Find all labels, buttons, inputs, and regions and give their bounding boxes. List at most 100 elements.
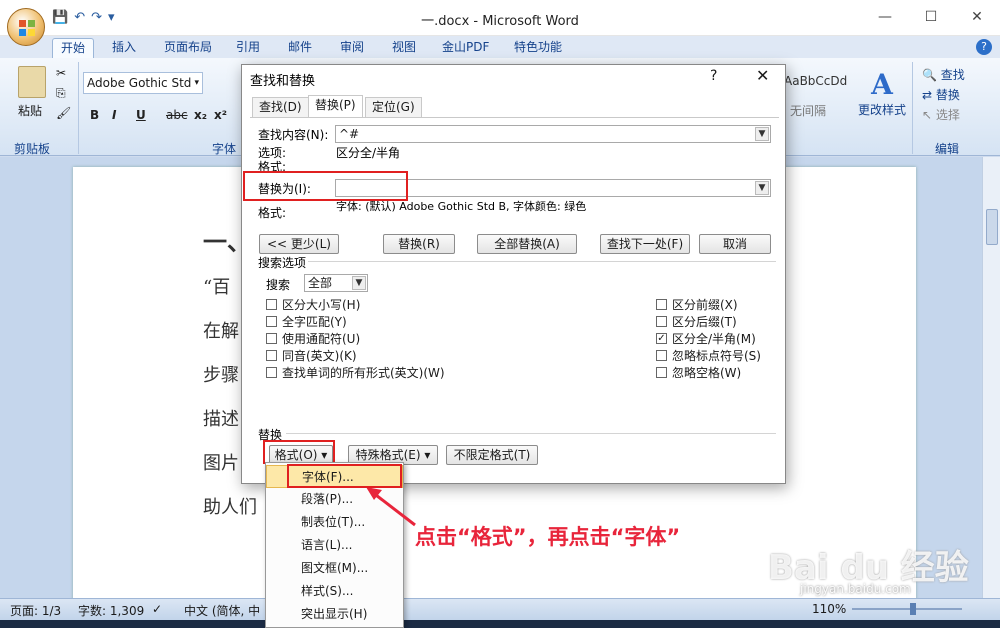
checkbox-box[interactable] <box>266 333 277 344</box>
menu-item-frame[interactable]: 图文框(M)... <box>266 557 403 580</box>
checkbox-box[interactable] <box>656 367 667 378</box>
doc-line: 在解 <box>203 321 239 342</box>
tab-references[interactable]: 引用 <box>228 38 268 58</box>
tab-find[interactable]: 查找(D) <box>252 97 309 117</box>
font-name-combo[interactable]: Adobe Gothic Std ▾ <box>83 72 203 94</box>
checkbox-box[interactable] <box>266 367 277 378</box>
wildcards-checkbox[interactable]: 使用通配符(U) <box>266 330 360 347</box>
maximize-button[interactable]: ☐ <box>908 0 954 34</box>
checkbox-box[interactable] <box>266 316 277 327</box>
scrollbar-thumb[interactable] <box>986 209 998 245</box>
close-window-button[interactable]: ✕ <box>954 0 1000 34</box>
replace-label: 替换 <box>935 88 960 102</box>
chevron-down-icon[interactable]: ▼ <box>755 181 769 195</box>
menu-item-language[interactable]: 语言(L)... <box>266 534 403 557</box>
search-options-title: 搜索选项 <box>258 256 307 270</box>
match-prefix-checkbox[interactable]: 区分前缀(X) <box>656 296 738 313</box>
chevron-down-icon[interactable]: ▼ <box>755 127 769 141</box>
dialog-help-button[interactable]: ? <box>710 68 717 84</box>
less-button[interactable]: << 更少(L) <box>259 234 339 254</box>
status-words[interactable]: 字数: 1,309 <box>78 602 144 619</box>
chevron-down-icon[interactable]: ▾ <box>194 73 199 93</box>
minimize-button[interactable]: — <box>862 0 908 34</box>
checkbox-box[interactable] <box>266 299 277 310</box>
select-button[interactable]: ↖ 选择 <box>922 106 960 123</box>
checkbox-box[interactable] <box>656 316 667 327</box>
window-title: 一.docx - Microsoft Word <box>421 14 579 29</box>
style-no-spacing-preview[interactable]: 无间隔 <box>790 102 826 119</box>
doc-line: 描述 <box>203 409 239 430</box>
checkbox-box[interactable] <box>656 350 667 361</box>
paste-button-label[interactable]: 粘贴 <box>18 102 42 119</box>
replace-button[interactable]: 替换(R) <box>383 234 455 254</box>
vertical-scrollbar[interactable] <box>982 157 1000 598</box>
cancel-button[interactable]: 取消 <box>699 234 771 254</box>
dialog-close-button[interactable]: ✕ <box>756 66 769 85</box>
annotation-text: 点击“格式”，再点击“字体” <box>415 525 681 549</box>
zoom-slider[interactable] <box>852 603 962 615</box>
tab-page-layout[interactable]: 页面布局 <box>156 38 220 58</box>
checkbox-label: 区分后缀(T) <box>672 315 737 329</box>
office-logo-icon <box>19 20 35 36</box>
ignore-space-checkbox[interactable]: 忽略空格(W) <box>656 364 741 381</box>
tab-home[interactable]: 开始 <box>52 38 95 58</box>
sounds-like-checkbox[interactable]: 同音(英文)(K) <box>266 347 357 364</box>
tab-mailings[interactable]: 邮件 <box>280 38 320 58</box>
all-word-forms-checkbox[interactable]: 查找单词的所有形式(英文)(W) <box>266 364 445 381</box>
highlight-replace-field <box>243 171 408 201</box>
office-button[interactable] <box>7 8 45 46</box>
status-zoom[interactable]: 110% <box>812 602 846 616</box>
whole-word-checkbox[interactable]: 全字匹配(Y) <box>266 313 347 330</box>
underline-button[interactable]: U <box>136 108 146 122</box>
highlight-format-button <box>263 440 335 464</box>
ignore-punctuation-checkbox[interactable]: 忽略标点符号(S) <box>656 347 761 364</box>
status-language[interactable]: 中文 (简体, 中 <box>184 602 260 619</box>
subscript-button[interactable]: x₂ <box>194 108 207 122</box>
paste-icon[interactable] <box>18 66 46 98</box>
superscript-button[interactable]: x² <box>214 108 227 122</box>
status-bar: 页面: 1/3 字数: 1,309 ✓ 中文 (简体, 中 110% <box>0 598 1000 620</box>
tab-features[interactable]: 特色功能 <box>506 38 570 58</box>
italic-button[interactable]: I <box>112 108 116 122</box>
bold-button[interactable]: B <box>90 108 99 122</box>
tab-goto[interactable]: 定位(G) <box>365 97 422 117</box>
style-normal-preview[interactable]: AaBbCcDd <box>784 74 847 88</box>
tab-kingsoft-pdf[interactable]: 金山PDF <box>434 38 497 58</box>
strikethrough-button[interactable]: abc <box>166 108 188 122</box>
find-next-button[interactable]: 查找下一处(F) <box>600 234 690 254</box>
checkbox-label: 忽略空格(W) <box>672 366 742 380</box>
menu-item-highlight[interactable]: 突出显示(H) <box>266 603 403 626</box>
checkbox-label: 查找单词的所有形式(英文)(W) <box>282 366 445 380</box>
checkbox-box[interactable] <box>266 350 277 361</box>
tab-insert[interactable]: 插入 <box>104 38 144 58</box>
copy-icon[interactable]: ⎘ <box>56 86 66 101</box>
status-page[interactable]: 页面: 1/3 <box>10 602 61 619</box>
options-value: 区分全/半角 <box>336 146 401 160</box>
checkbox-box-checked[interactable]: ✓ <box>656 333 667 344</box>
replace-all-button[interactable]: 全部替换(A) <box>477 234 577 254</box>
menu-item-style[interactable]: 样式(S)... <box>266 580 403 603</box>
tab-view[interactable]: 视图 <box>384 38 424 58</box>
checkbox-label: 同音(英文)(K) <box>282 349 357 363</box>
find-what-value: ^# <box>339 127 360 141</box>
find-button[interactable]: 🔍 查找 <box>922 66 965 83</box>
chevron-down-icon[interactable]: ▼ <box>352 276 366 290</box>
find-label: 查找 <box>940 68 965 82</box>
replace-button[interactable]: ⇄ 替换 <box>922 86 960 103</box>
match-case-checkbox[interactable]: 区分大小写(H) <box>266 296 360 313</box>
cut-icon[interactable]: ✂ <box>56 66 66 80</box>
checkbox-box[interactable] <box>656 299 667 310</box>
spellcheck-icon[interactable]: ✓ <box>152 602 162 616</box>
match-width-checkbox[interactable]: ✓ 区分全/半角(M) <box>656 330 756 347</box>
window-controls: — ☐ ✕ <box>862 0 1000 34</box>
format-painter-icon[interactable]: 🖌 <box>56 106 71 120</box>
tab-review[interactable]: 审阅 <box>332 38 372 58</box>
help-icon[interactable]: ? <box>976 39 992 55</box>
tab-replace[interactable]: 替换(P) <box>308 95 363 118</box>
search-direction-select[interactable]: 全部 ▼ <box>304 274 368 292</box>
no-formatting-button[interactable]: 不限定格式(T) <box>446 445 538 465</box>
match-suffix-checkbox[interactable]: 区分后缀(T) <box>656 313 737 330</box>
change-styles-button[interactable]: A 更改样式 <box>857 68 907 118</box>
find-what-input[interactable]: ^# ▼ <box>335 125 771 143</box>
taskbar <box>0 620 1000 628</box>
